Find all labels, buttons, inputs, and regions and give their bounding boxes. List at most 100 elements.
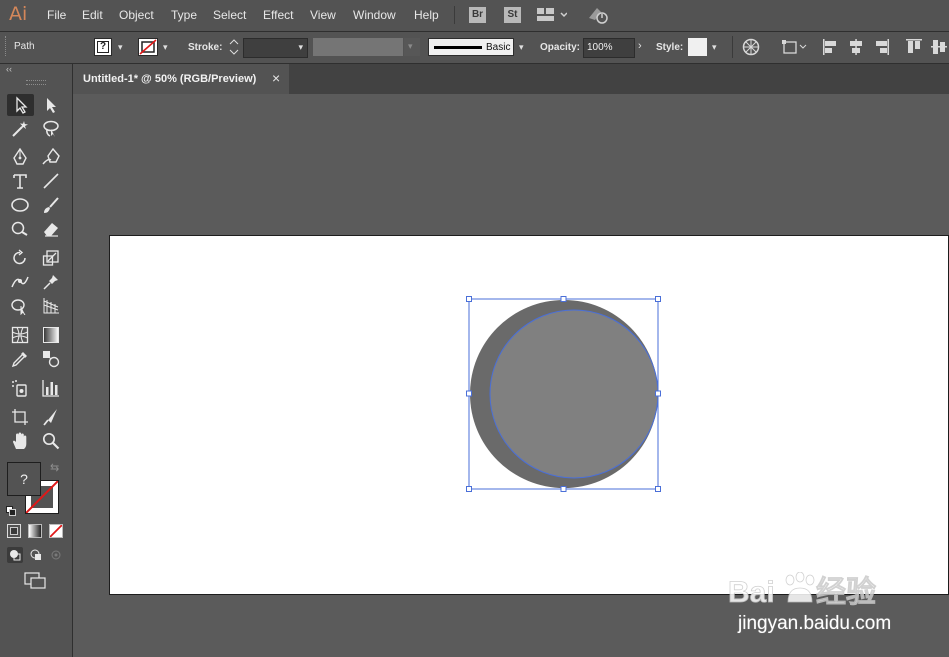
- workspace-layout-icon[interactable]: [537, 8, 568, 27]
- hand-tool[interactable]: [9, 430, 31, 452]
- none-mode-button[interactable]: [49, 524, 63, 538]
- puppet-warp-tool[interactable]: [40, 271, 62, 293]
- swap-fill-stroke-icon[interactable]: ⇆: [50, 461, 59, 474]
- control-bar-grip[interactable]: [5, 36, 8, 56]
- eraser-tool[interactable]: [40, 218, 62, 240]
- app-logo[interactable]: Ai: [9, 3, 27, 25]
- fill-unknown-label: ?: [97, 41, 109, 53]
- artboard-tool[interactable]: [9, 406, 31, 428]
- mesh-tool[interactable]: [9, 324, 31, 346]
- column-graph-icon: [42, 380, 59, 397]
- paintbrush-icon: [44, 197, 59, 213]
- line-segment-tool[interactable]: [40, 170, 62, 192]
- menu-effect[interactable]: Effect: [263, 8, 293, 22]
- perspective-grid-tool[interactable]: [40, 295, 62, 317]
- slice-tool[interactable]: [40, 406, 62, 428]
- color-mode-button[interactable]: [7, 524, 21, 538]
- curvature-tool[interactable]: [40, 146, 62, 168]
- width-tool[interactable]: [9, 271, 31, 293]
- screen-mode-button[interactable]: [24, 572, 48, 595]
- align-horizontal-center-icon[interactable]: [848, 38, 864, 61]
- gradient-tool[interactable]: [40, 324, 62, 346]
- align-left-icon[interactable]: [822, 38, 838, 61]
- menu-type[interactable]: Type: [171, 8, 197, 22]
- menu-edit[interactable]: Edit: [82, 8, 103, 22]
- variable-width-profile[interactable]: [313, 38, 403, 56]
- direct-selection-tool[interactable]: [40, 94, 62, 116]
- draw-inside-button[interactable]: [48, 547, 64, 563]
- fill-color-swatch[interactable]: ?: [94, 38, 112, 56]
- curvature-pen-icon: [42, 148, 60, 165]
- gradient-icon: [43, 327, 59, 343]
- zoom-tool[interactable]: [40, 430, 62, 452]
- stroke-weight-field[interactable]: ▾: [243, 38, 308, 58]
- menu-file[interactable]: File: [47, 8, 66, 22]
- variable-width-dropdown[interactable]: ▾: [404, 38, 420, 56]
- front-circle[interactable]: [489, 309, 659, 479]
- transform-icon[interactable]: [782, 38, 808, 61]
- hand-icon: [13, 432, 27, 449]
- brush-definition-field[interactable]: Basic: [428, 38, 514, 56]
- document-tab[interactable]: Untitled-1* @ 50% (RGB/Preview) ×: [73, 64, 289, 94]
- scale-tool[interactable]: [40, 247, 62, 269]
- ellipse-tool[interactable]: [9, 194, 31, 216]
- shape-builder-tool[interactable]: [9, 295, 31, 317]
- align-top-icon[interactable]: [905, 38, 923, 61]
- brush-name: Basic: [486, 42, 511, 53]
- symbol-sprayer-tool[interactable]: [9, 377, 31, 399]
- blend-icon: [43, 351, 60, 368]
- gradient-mode-button[interactable]: [28, 524, 42, 538]
- lasso-tool[interactable]: [40, 118, 62, 140]
- recolor-artwork-icon[interactable]: [742, 38, 760, 61]
- type-tool[interactable]: [9, 170, 31, 192]
- menu-object[interactable]: Object: [119, 8, 154, 22]
- menu-window[interactable]: Window: [353, 8, 396, 22]
- stroke-weight-stepper[interactable]: [228, 38, 240, 56]
- stock-button[interactable]: St: [504, 7, 521, 23]
- fill-dropdown-icon[interactable]: ▾: [118, 42, 123, 53]
- blend-tool[interactable]: [40, 348, 62, 370]
- magic-wand-tool[interactable]: [9, 118, 31, 140]
- mesh-icon: [11, 326, 29, 344]
- opacity-label: Opacity:: [540, 42, 581, 53]
- default-fill-stroke-icon[interactable]: [6, 503, 16, 516]
- menu-view[interactable]: View: [310, 8, 336, 22]
- opacity-arrow-icon[interactable]: ›: [638, 40, 642, 52]
- baidu-watermark-logo: Bai 经验: [728, 571, 898, 617]
- draw-behind-button[interactable]: [28, 547, 44, 563]
- shaper-tool[interactable]: [9, 218, 31, 240]
- fill-indicator[interactable]: ?: [7, 462, 41, 496]
- menu-divider: [454, 6, 455, 24]
- opacity-field[interactable]: 100%: [583, 38, 635, 58]
- magnifier-icon: [42, 432, 60, 450]
- document-tab-title: Untitled-1* @ 50% (RGB/Preview): [83, 73, 257, 85]
- baidu-paw-logo: Bai 经验: [728, 571, 876, 609]
- selection-tool[interactable]: [7, 94, 34, 116]
- shaper-icon: [11, 221, 28, 236]
- bridge-button[interactable]: Br: [469, 7, 486, 23]
- draw-normal-button[interactable]: [7, 547, 23, 563]
- menu-help[interactable]: Help: [414, 8, 439, 22]
- brush-dropdown-icon[interactable]: ▾: [519, 42, 524, 53]
- align-vertical-center-icon[interactable]: [930, 38, 948, 61]
- baidu-watermark-url: jingyan.baidu.com: [738, 613, 892, 634]
- menu-select[interactable]: Select: [213, 8, 246, 22]
- rotate-tool[interactable]: [9, 247, 31, 269]
- stroke-color-swatch[interactable]: [138, 38, 158, 56]
- align-right-icon[interactable]: [874, 38, 890, 61]
- gpu-performance-icon[interactable]: [587, 6, 609, 29]
- stroke-weight-dropdown-icon[interactable]: ▾: [298, 42, 303, 53]
- column-graph-tool[interactable]: [40, 377, 62, 399]
- stroke-dropdown-icon[interactable]: ▾: [163, 42, 168, 53]
- graphic-style-swatch[interactable]: [688, 38, 707, 56]
- paintbrush-tool[interactable]: [40, 194, 62, 216]
- pen-tool[interactable]: [9, 146, 31, 168]
- variable-width-dropdown-icon: ▾: [408, 41, 413, 51]
- eyedropper-tool[interactable]: [9, 348, 31, 370]
- collapse-panel-icon[interactable]: ‹‹: [6, 64, 12, 74]
- close-tab-icon[interactable]: ×: [272, 70, 280, 86]
- selected-circle-group[interactable]: [460, 290, 670, 500]
- svg-text:Bai: Bai: [728, 576, 775, 609]
- tools-panel-grip[interactable]: [26, 80, 46, 85]
- style-dropdown-icon[interactable]: ▾: [712, 42, 717, 53]
